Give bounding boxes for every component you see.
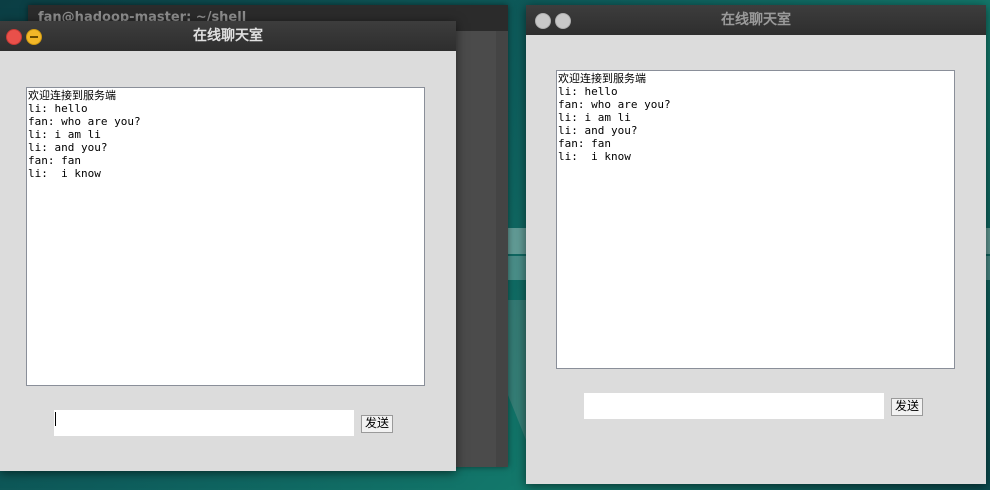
window-title: 在线聊天室 bbox=[721, 12, 791, 28]
chat-window-left: 在线聊天室 欢迎连接到服务端 li: hello fan: who are yo… bbox=[0, 21, 456, 471]
window-title: 在线聊天室 bbox=[193, 28, 263, 44]
chat-message: li: and you? bbox=[28, 141, 108, 154]
chat-history[interactable]: 欢迎连接到服务端 li: hello fan: who are you? li:… bbox=[26, 87, 425, 386]
titlebar[interactable]: 在线聊天室 bbox=[0, 21, 456, 51]
message-input[interactable] bbox=[584, 393, 884, 419]
chat-message: li: hello bbox=[28, 102, 88, 115]
chat-message: li: i know bbox=[558, 150, 631, 163]
send-button[interactable]: 发送 bbox=[891, 398, 924, 416]
chat-window-right: 在线聊天室 欢迎连接到服务端 li: hello fan: who are yo… bbox=[526, 5, 986, 484]
titlebar[interactable]: 在线聊天室 bbox=[526, 5, 986, 35]
chat-message: 欢迎连接到服务端 bbox=[558, 72, 646, 85]
chat-message: li: i am li bbox=[558, 111, 631, 124]
minimize-icon[interactable] bbox=[26, 29, 42, 45]
minimize-icon[interactable] bbox=[555, 13, 571, 29]
send-button[interactable]: 发送 bbox=[361, 415, 394, 433]
chat-message: li: and you? bbox=[558, 124, 638, 137]
chat-message: fan: fan bbox=[28, 154, 81, 167]
chat-message: 欢迎连接到服务端 bbox=[28, 89, 116, 102]
chat-message: fan: who are you? bbox=[28, 115, 141, 128]
chat-message: li: i know bbox=[28, 167, 101, 180]
chat-history[interactable]: 欢迎连接到服务端 li: hello fan: who are you? li:… bbox=[556, 70, 955, 369]
terminal-scrollbar[interactable] bbox=[496, 31, 508, 467]
close-icon[interactable] bbox=[6, 29, 22, 45]
message-input[interactable] bbox=[54, 410, 354, 436]
chat-message: fan: who are you? bbox=[558, 98, 671, 111]
text-caret bbox=[55, 412, 56, 426]
chat-message: li: hello bbox=[558, 85, 618, 98]
chat-message: fan: fan bbox=[558, 137, 611, 150]
close-icon[interactable] bbox=[535, 13, 551, 29]
chat-message: li: i am li bbox=[28, 128, 101, 141]
